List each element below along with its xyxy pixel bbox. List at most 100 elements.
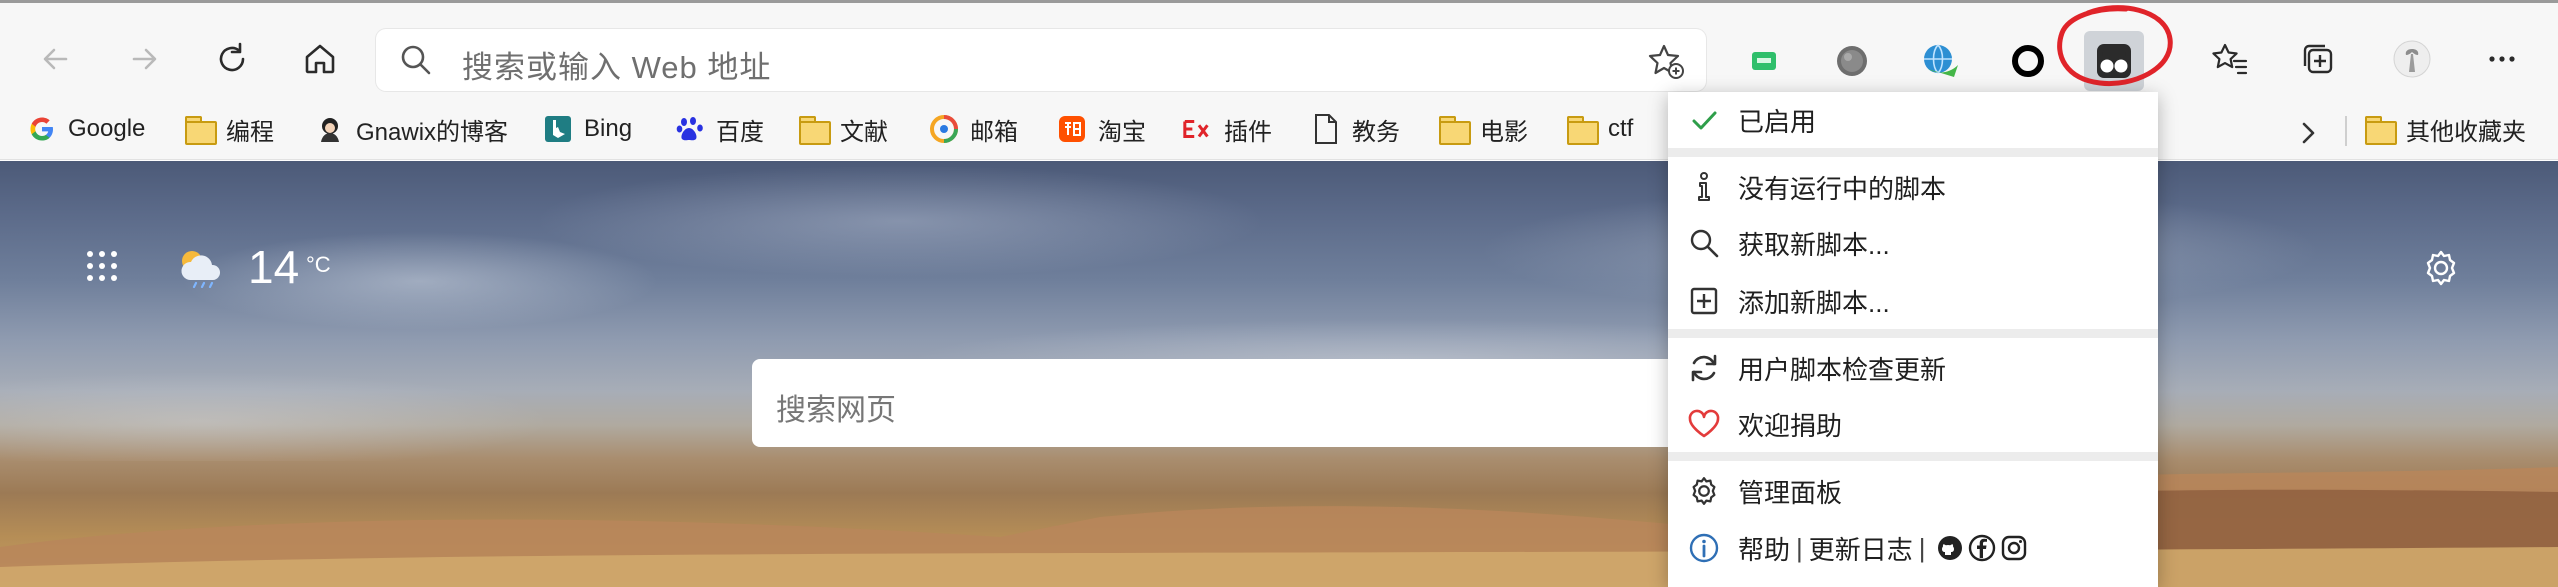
taobao-icon: [1056, 113, 1088, 145]
changelog-link[interactable]: 更新日志: [1809, 530, 1913, 567]
google-icon: [26, 113, 58, 145]
bookmark-taobao[interactable]: 淘宝: [1056, 106, 1146, 152]
heart-icon: [1686, 406, 1722, 442]
menu-divider: [1668, 329, 2158, 338]
bookmark-label: 教务: [1352, 118, 1400, 146]
address-bar[interactable]: 搜索或输入 Web 地址: [376, 29, 1706, 91]
bookmarks-overflow-button[interactable]: [2296, 110, 2320, 156]
home-button[interactable]: [288, 27, 352, 91]
menu-divider: [1668, 452, 2158, 461]
more-button[interactable]: [2470, 27, 2534, 91]
bookmark-label: 文献: [840, 118, 888, 146]
add-favorite-icon[interactable]: [1646, 41, 1686, 81]
bookmark-mail[interactable]: 邮箱: [928, 106, 1018, 152]
help-link[interactable]: 帮助: [1738, 530, 1790, 567]
other-favorites-folder[interactable]: 其他收藏夹: [2364, 106, 2526, 152]
green-badge-icon: [1752, 52, 1776, 70]
gear-icon: [1686, 473, 1722, 509]
bookmark-folder-ctf[interactable]: ctf: [1566, 106, 1633, 152]
bookmark-label: 电影: [1480, 118, 1528, 146]
bookmarks-bar: Google 编程 Gnawix的博客 Bing 百度 文献 邮箱 淘宝 插件 …: [0, 100, 2558, 160]
bookmark-label: 插件: [1224, 118, 1272, 146]
bookmark-label: Google: [68, 115, 146, 142]
search-icon: [1686, 225, 1722, 261]
menu-get-new-scripts[interactable]: 获取新脚本...: [1668, 215, 2158, 271]
folder-icon: [1566, 113, 1599, 145]
search-icon: [401, 45, 431, 75]
menu-check-updates[interactable]: 用户脚本检查更新: [1668, 340, 2158, 396]
gear-icon[interactable]: [2421, 248, 2461, 288]
menu-help-row: 帮助 | 更新日志 |: [1668, 520, 2158, 576]
other-favorites-label: 其他收藏夹: [2406, 118, 2526, 146]
blog-avatar-icon: [314, 113, 346, 145]
chevron-right-icon: [2302, 122, 2315, 144]
bookmarks-divider: [2345, 116, 2347, 146]
folder-icon: [798, 113, 831, 145]
extension-tampermonkey[interactable]: [2084, 31, 2144, 91]
tampermonkey-icon: [2097, 44, 2131, 78]
arrow-right-icon: [132, 48, 157, 70]
background-landscape: [0, 467, 2558, 587]
bookmark-label: 编程: [226, 118, 274, 146]
bookmark-google[interactable]: Google: [26, 106, 145, 152]
info-small-icon: [1686, 169, 1722, 205]
bookmark-folder-literature[interactable]: 文献: [798, 106, 888, 152]
plus-square-icon: [1686, 283, 1722, 319]
weather-unit: °C: [306, 252, 331, 277]
collections-button[interactable]: [2286, 27, 2350, 91]
ex-icon: [1182, 113, 1214, 145]
bookmark-label: 邮箱: [970, 118, 1018, 146]
profile-button[interactable]: [2380, 27, 2444, 91]
info-icon: [1686, 530, 1722, 566]
ring-icon: [2012, 45, 2044, 77]
instagram-icon[interactable]: [2000, 534, 2028, 562]
extension-circle[interactable]: [1998, 31, 2058, 91]
menu-enabled-toggle[interactable]: 已启用: [1668, 92, 2158, 148]
menu-add-new-script[interactable]: 添加新脚本...: [1668, 273, 2158, 329]
extension-gray[interactable]: [1822, 31, 1882, 91]
bookmark-folder-movies[interactable]: 电影: [1438, 106, 1528, 152]
document-icon: [1310, 113, 1342, 145]
web-search-box[interactable]: 搜索网页: [752, 359, 1712, 447]
favorites-button[interactable]: [2198, 27, 2262, 91]
baidu-icon: [674, 113, 706, 145]
bookmark-folder-programming[interactable]: 编程: [184, 106, 274, 152]
partly-cloudy-rain-icon[interactable]: [176, 246, 226, 288]
arrow-left-icon: [43, 48, 68, 70]
mail-icon: [928, 113, 960, 145]
github-icon[interactable]: [1936, 534, 1964, 562]
link-separator: |: [1796, 532, 1803, 563]
forward-button[interactable]: [112, 27, 176, 91]
folder-icon: [1438, 113, 1471, 145]
menu-no-running-scripts: 没有运行中的脚本: [1668, 159, 2158, 215]
weather-temperature[interactable]: 14: [248, 240, 299, 294]
menu-label: 获取新脚本...: [1738, 229, 1890, 260]
address-placeholder: 搜索或输入 Web 地址: [462, 50, 772, 85]
browser-toolbar: 搜索或输入 Web 地址: [0, 0, 2558, 100]
folder-icon: [2364, 113, 2397, 145]
bookmark-gnawix-blog[interactable]: Gnawix的博客: [314, 106, 508, 152]
bookmark-bing[interactable]: Bing: [542, 106, 632, 152]
web-search-placeholder: 搜索网页: [776, 394, 896, 427]
menu-dashboard[interactable]: 管理面板: [1668, 463, 2158, 519]
more-icon: [2489, 56, 2515, 62]
bookmark-plugins[interactable]: 插件: [1182, 106, 1272, 152]
menu-donate[interactable]: 欢迎捐助: [1668, 396, 2158, 452]
bookmark-baidu[interactable]: 百度: [674, 106, 764, 152]
extension-idm[interactable]: [1910, 31, 1970, 91]
refresh-button[interactable]: [200, 27, 264, 91]
menu-label: 管理面板: [1738, 477, 1843, 508]
menu-label: 欢迎捐助: [1738, 410, 1843, 441]
refresh-icon: [219, 42, 245, 72]
apps-grid-icon[interactable]: [84, 248, 120, 284]
bookmark-label: ctf: [1608, 115, 1634, 142]
bookmark-academic[interactable]: 教务: [1310, 106, 1400, 152]
menu-label: 已启用: [1738, 106, 1817, 137]
bing-icon: [542, 113, 574, 145]
facebook-icon[interactable]: [1968, 534, 1996, 562]
back-button[interactable]: [24, 27, 88, 91]
extension-green[interactable]: [1734, 31, 1794, 91]
gray-ball-icon: [1837, 46, 1867, 76]
idm-globe-icon: [1924, 44, 1958, 77]
bookmark-label: 淘宝: [1098, 118, 1146, 146]
